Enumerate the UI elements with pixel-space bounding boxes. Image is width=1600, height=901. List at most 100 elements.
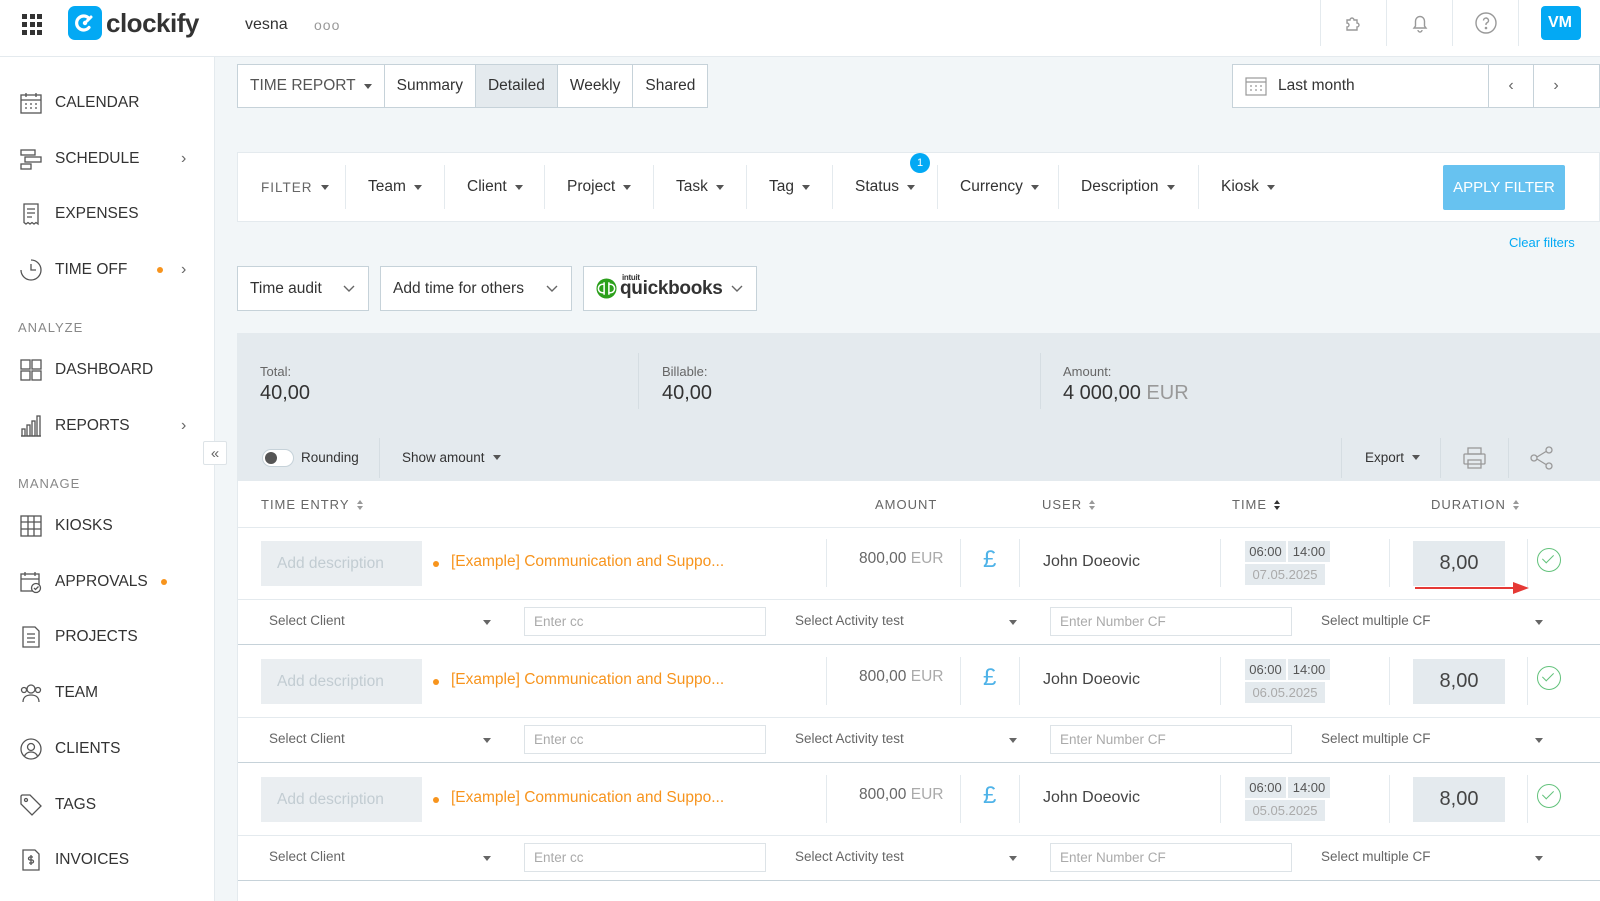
billable-currency-icon[interactable]: £ [983,782,996,810]
sidebar-item-projects[interactable]: PROJECTS [0,617,214,657]
show-amount-dropdown[interactable]: Show amount [402,450,501,465]
sidebar-item-calendar[interactable]: CALENDAR [0,83,214,123]
sidebar-item-kiosks[interactable]: KIOSKS [0,506,214,546]
duration-value[interactable]: 8,00 [1413,541,1505,586]
description-input[interactable]: Add description [261,541,422,586]
prev-period-button[interactable]: ‹ [1488,65,1533,107]
sidebar-item-approvals[interactable]: APPROVALS [0,562,214,602]
filter-status[interactable]: Status [855,153,915,221]
entry-date[interactable]: 05.05.2025 [1245,800,1325,821]
caret-down-icon [413,184,422,190]
duration-value[interactable]: 8,00 [1413,777,1505,822]
filter-task[interactable]: Task [676,153,724,221]
filter-team[interactable]: Team [368,153,422,221]
entry-date[interactable]: 07.05.2025 [1245,564,1325,585]
end-time[interactable]: 14:00 [1288,541,1330,562]
rounding-toggle[interactable] [262,449,294,467]
share-icon[interactable] [1529,446,1555,470]
description-input[interactable]: Add description [261,777,422,822]
start-time[interactable]: 06:00 [1245,659,1286,680]
sidebar-item-time-off[interactable]: TIME OFF › [0,250,214,290]
project-name[interactable]: [Example] Communication and Suppo... [451,553,724,571]
select-activity-dropdown[interactable]: Select Activity test [795,731,904,746]
tab-weekly[interactable]: Weekly [556,65,633,107]
logo[interactable]: clockify [68,6,199,40]
divider [1527,539,1528,587]
user-name[interactable]: John Doeovic [1043,789,1140,807]
start-time[interactable]: 06:00 [1245,777,1286,798]
project-name[interactable]: [Example] Communication and Suppo... [451,671,724,689]
enter-number-input[interactable]: Enter Number CF [1050,607,1292,636]
tab-shared[interactable]: Shared [632,65,707,107]
date-range-picker[interactable]: Last month ‹ › [1232,64,1600,108]
description-input[interactable]: Add description [261,659,422,704]
add-time-for-others-dropdown[interactable]: Add time for others [380,266,572,311]
select-multiple-dropdown[interactable]: Select multiple CF [1321,849,1431,864]
select-client-dropdown[interactable]: Select Client [269,731,345,746]
end-time[interactable]: 14:00 [1288,659,1330,680]
user-name[interactable]: John Doeovic [1043,553,1140,571]
select-multiple-dropdown[interactable]: Select multiple CF [1321,731,1431,746]
user-name[interactable]: John Doeovic [1043,671,1140,689]
caret-down-icon [514,184,523,190]
enter-cc-input[interactable]: Enter cc [524,843,766,872]
workspace-name[interactable]: vesna [245,16,288,34]
column-time-entry[interactable]: TIME ENTRY [261,497,363,512]
table-header: TIME ENTRY AMOUNT USER TIME DURATION [238,481,1600,528]
app-grid-icon[interactable] [22,14,44,36]
more-icon[interactable]: ooo [314,17,340,33]
select-multiple-dropdown[interactable]: Select multiple CF [1321,613,1431,628]
print-icon[interactable] [1462,446,1487,470]
sidebar-item-tags[interactable]: TAGS [0,785,214,825]
bell-icon[interactable] [1386,0,1452,46]
column-user[interactable]: USER [1042,497,1096,512]
next-period-button[interactable]: › [1533,65,1578,107]
filter-client[interactable]: Client [467,153,523,221]
select-activity-dropdown[interactable]: Select Activity test [795,613,904,628]
clear-filters-link[interactable]: Clear filters [1509,235,1575,250]
tab-summary[interactable]: Summary [383,65,475,107]
time-report-dropdown[interactable]: TIME REPORT [238,65,384,107]
filter-tag[interactable]: Tag [769,153,810,221]
enter-cc-input[interactable]: Enter cc [524,607,766,636]
enter-number-input[interactable]: Enter Number CF [1050,725,1292,754]
help-icon[interactable] [1452,0,1518,46]
end-time[interactable]: 14:00 [1288,777,1330,798]
column-time[interactable]: TIME [1232,497,1281,512]
avatar[interactable]: VM [1541,6,1581,40]
filter-project[interactable]: Project [567,153,632,221]
select-client-dropdown[interactable]: Select Client [269,849,345,864]
amount-number: 4 000,00 [1063,382,1141,404]
filter-dropdown[interactable]: FILTER [261,153,329,221]
puzzle-icon[interactable] [1320,0,1386,46]
enter-cc-input[interactable]: Enter cc [524,725,766,754]
sidebar-item-schedule[interactable]: SCHEDULE › [0,139,214,179]
project-name[interactable]: [Example] Communication and Suppo... [451,789,724,807]
filter-currency[interactable]: Currency [960,153,1039,221]
select-client-dropdown[interactable]: Select Client [269,613,345,628]
start-time[interactable]: 06:00 [1245,541,1286,562]
filter-item-label: Task [676,178,708,195]
filter-description[interactable]: Description [1081,153,1175,221]
billable-currency-icon[interactable]: £ [983,546,996,574]
caret-down-icon [802,184,810,190]
apply-filter-button[interactable]: APPLY FILTER [1443,165,1565,210]
column-duration[interactable]: DURATION [1431,497,1519,512]
export-dropdown[interactable]: Export [1365,450,1421,465]
sidebar-item-clients[interactable]: CLIENTS [0,729,214,769]
select-activity-dropdown[interactable]: Select Activity test [795,849,904,864]
sidebar-item-expenses[interactable]: EXPENSES [0,194,214,234]
filter-kiosk[interactable]: Kiosk [1221,153,1275,221]
tab-detailed[interactable]: Detailed [474,65,557,107]
enter-number-input[interactable]: Enter Number CF [1050,843,1292,872]
sidebar-item-reports[interactable]: REPORTS › [0,406,214,446]
time-audit-dropdown[interactable]: Time audit [237,266,369,311]
billable-currency-icon[interactable]: £ [983,664,996,692]
entry-date[interactable]: 06.05.2025 [1245,682,1325,703]
duration-value[interactable]: 8,00 [1413,659,1505,704]
quickbooks-dropdown[interactable]: intuit quickbooks [583,266,757,311]
sidebar-item-dashboard[interactable]: DASHBOARD [0,350,214,390]
collapse-sidebar-button[interactable]: « [203,441,227,465]
sidebar-item-invoices[interactable]: INVOICES [0,840,214,880]
sidebar-item-team[interactable]: TEAM [0,673,214,713]
